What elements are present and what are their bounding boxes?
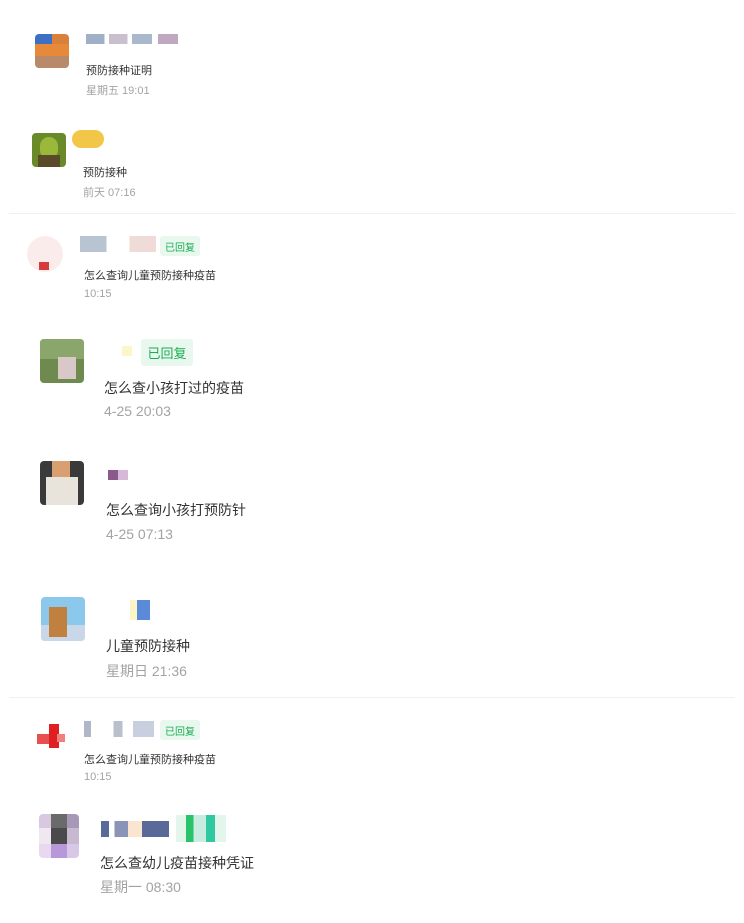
message-preview: 预防接种证明 (86, 65, 152, 77)
avatar (35, 34, 69, 68)
timestamp: 星期日 21:36 (106, 663, 187, 679)
avatar (40, 461, 84, 505)
divider (9, 697, 735, 698)
message-preview: 预防接种 (83, 167, 127, 179)
timestamp: 星期五 19:01 (86, 85, 150, 97)
avatar (40, 339, 84, 383)
sender-name-blurred (80, 236, 156, 252)
sender-name-blurred (108, 470, 128, 480)
timestamp: 4-25 07:13 (106, 526, 173, 542)
sender-name-blurred (130, 600, 150, 620)
message-preview: 怎么查幼儿疫苗接种凭证 (100, 855, 254, 871)
avatar (32, 133, 66, 167)
message-preview: 怎么查询儿童预防接种疫苗 (84, 754, 216, 766)
avatar (27, 236, 63, 272)
timestamp: 10:15 (84, 288, 112, 300)
sender-name-blurred (101, 821, 169, 837)
message-preview: 怎么查小孩打过的疫苗 (104, 380, 244, 396)
timestamp: 星期一 08:30 (100, 879, 181, 895)
sender-name-blurred (72, 130, 104, 148)
timestamp: 4-25 20:03 (104, 403, 171, 419)
avatar (33, 720, 67, 754)
timestamp: 10:15 (84, 771, 112, 783)
avatar (39, 814, 79, 858)
sender-name-blurred (86, 34, 178, 44)
replied-badge: 已回复 (160, 720, 200, 740)
replied-badge: 已回复 (141, 339, 193, 366)
divider (9, 213, 735, 214)
sender-name-blurred (84, 721, 154, 737)
message-preview: 怎么查询小孩打预防针 (106, 502, 246, 518)
message-preview: 怎么查询儿童预防接种疫苗 (84, 270, 216, 282)
message-preview: 儿童预防接种 (106, 638, 190, 654)
avatar (41, 597, 85, 641)
sender-name-blurred (122, 346, 132, 356)
replied-badge: 已回复 (160, 236, 200, 256)
badge-blurred (176, 815, 226, 842)
timestamp: 前天 07:16 (83, 187, 136, 199)
